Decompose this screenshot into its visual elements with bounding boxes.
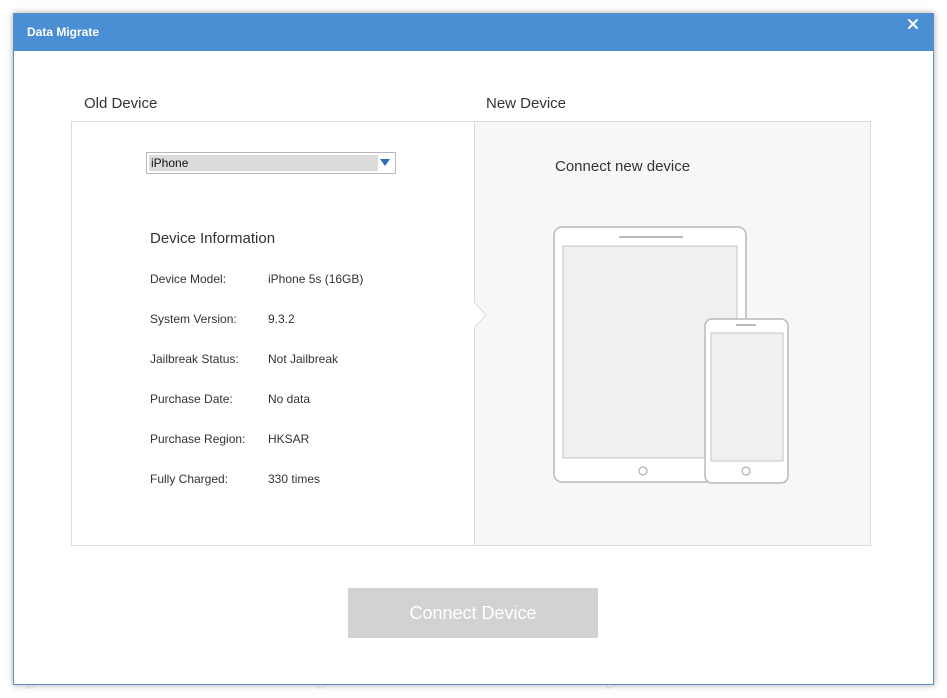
- info-value: 330 times: [268, 472, 321, 486]
- old-device-select-value: iPhone: [151, 156, 189, 170]
- old-device-select[interactable]: iPhone: [146, 152, 396, 174]
- connect-device-button[interactable]: Connect Device: [348, 588, 598, 638]
- info-value: Not Jailbreak: [268, 352, 339, 366]
- pane-divider-arrow: [473, 302, 487, 328]
- device-info-heading: Device Information: [150, 230, 276, 247]
- info-key: Purchase Region:: [150, 432, 246, 446]
- info-key: Purchase Date:: [150, 392, 233, 406]
- migrate-panel: iPhone Device Information Device Model: …: [71, 121, 871, 546]
- chevron-down-icon: [380, 159, 390, 166]
- old-device-label: Old Device: [84, 95, 158, 112]
- title-bar: Data Migrate: [14, 14, 933, 51]
- info-key: Device Model:: [150, 272, 227, 286]
- data-migrate-window: Soringpcrepair.com Soringpcrepair.com So…: [0, 0, 947, 698]
- window-title: Data Migrate: [27, 25, 100, 39]
- info-value: iPhone 5s (16GB): [268, 272, 364, 286]
- close-icon[interactable]: [905, 16, 923, 34]
- tablet-and-phone-icon: [553, 226, 789, 484]
- info-key: Jailbreak Status:: [150, 352, 239, 366]
- info-value: HKSAR: [268, 432, 310, 446]
- info-value: No data: [268, 392, 311, 406]
- new-device-pane: Connect new device: [474, 122, 870, 545]
- info-key: System Version:: [150, 312, 237, 326]
- info-value: 9.3.2: [268, 312, 295, 326]
- info-key: Fully Charged:: [150, 472, 229, 486]
- old-device-pane: iPhone Device Information Device Model: …: [72, 122, 474, 545]
- connect-new-device-prompt: Connect new device: [555, 158, 691, 175]
- new-device-label: New Device: [486, 95, 567, 112]
